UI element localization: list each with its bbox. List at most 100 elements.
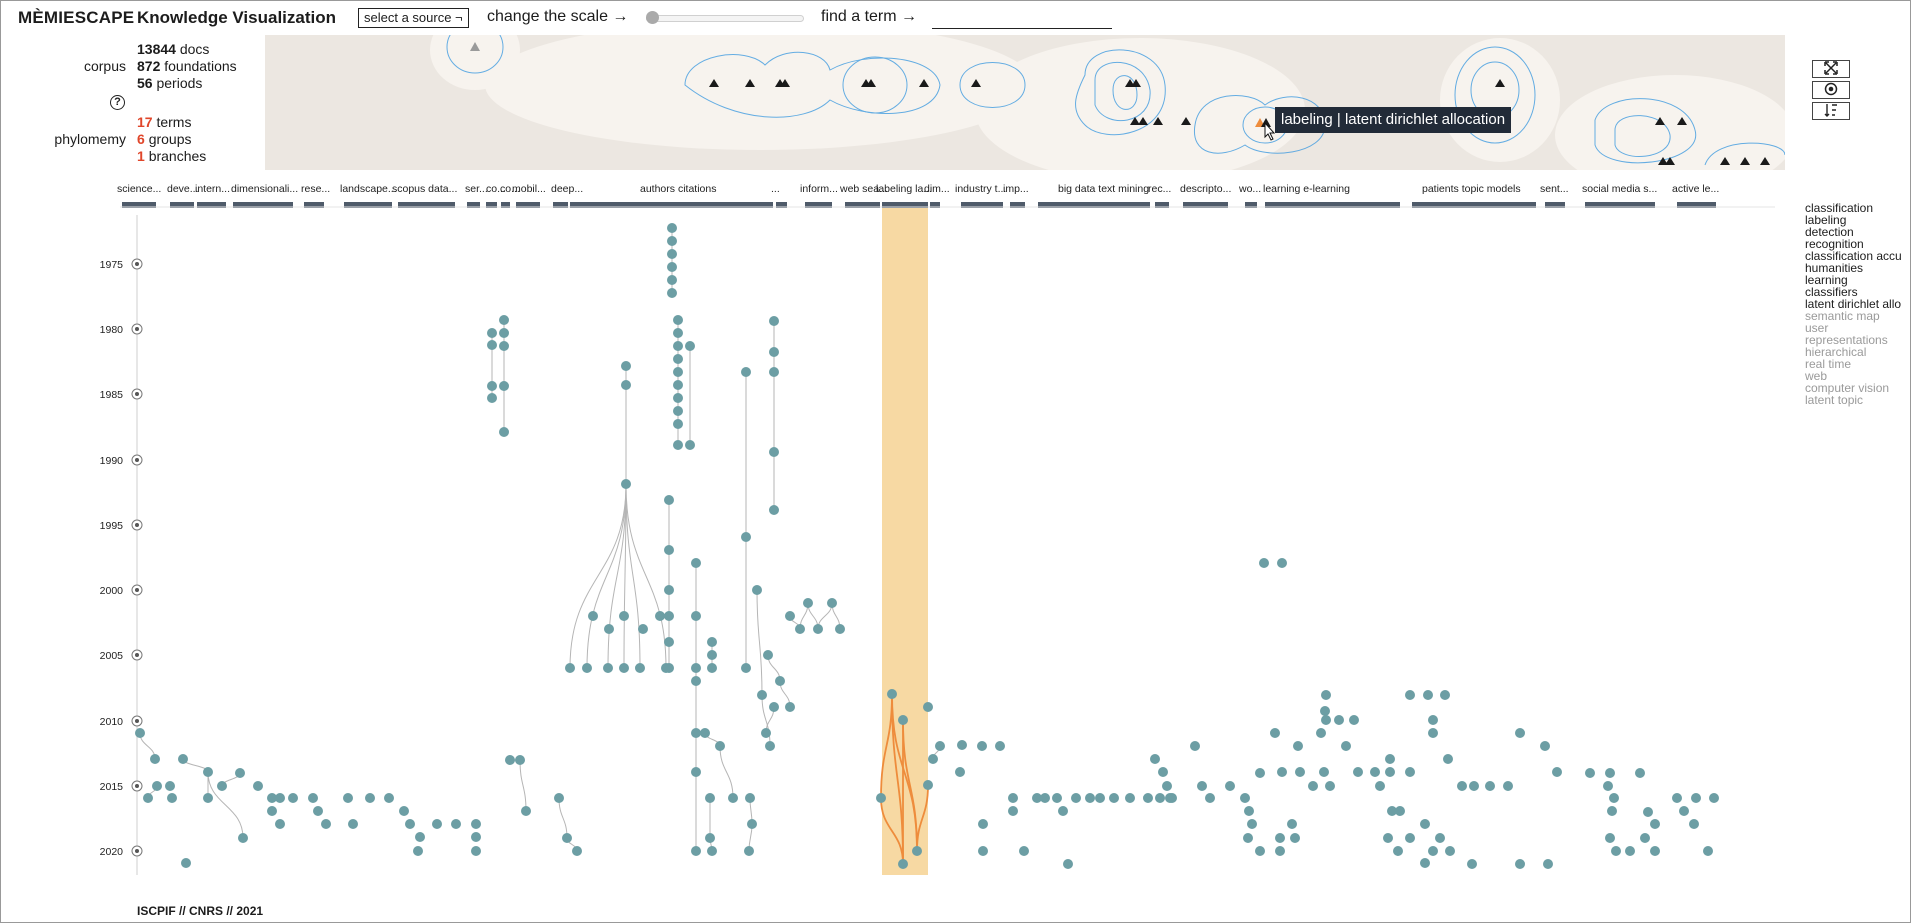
group-node[interactable]	[1316, 728, 1326, 738]
group-node[interactable]	[1552, 767, 1562, 777]
group-node[interactable]	[741, 532, 751, 542]
group-node[interactable]	[1457, 781, 1467, 791]
group-node[interactable]	[635, 663, 645, 673]
group-node[interactable]	[707, 846, 717, 856]
branch-label[interactable]: imp...	[1003, 183, 1029, 195]
group-node[interactable]	[813, 624, 823, 634]
branch-label[interactable]: active le...	[1672, 183, 1719, 195]
group-node[interactable]	[313, 806, 323, 816]
group-node[interactable]	[667, 236, 677, 246]
group-node[interactable]	[1190, 741, 1200, 751]
group-node[interactable]	[1689, 819, 1699, 829]
group-node[interactable]	[384, 793, 394, 803]
group-node[interactable]	[744, 846, 754, 856]
group-node[interactable]	[707, 650, 717, 660]
group-node[interactable]	[664, 663, 674, 673]
group-node[interactable]	[1167, 793, 1177, 803]
group-node[interactable]	[1445, 846, 1455, 856]
group-node[interactable]	[664, 495, 674, 505]
group-node[interactable]	[928, 754, 938, 764]
group-node[interactable]	[978, 846, 988, 856]
group-node[interactable]	[673, 440, 683, 450]
group-node[interactable]	[1277, 558, 1287, 568]
group-node[interactable]	[1393, 846, 1403, 856]
group-node[interactable]	[977, 741, 987, 751]
group-node[interactable]	[1205, 793, 1215, 803]
group-node[interactable]	[487, 328, 497, 338]
group-node[interactable]	[365, 793, 375, 803]
group-node[interactable]	[235, 768, 245, 778]
group-node[interactable]	[795, 624, 805, 634]
group-node[interactable]	[343, 793, 353, 803]
group-node[interactable]	[715, 741, 725, 751]
group-node[interactable]	[1008, 806, 1018, 816]
group-node[interactable]	[1435, 833, 1445, 843]
group-node[interactable]	[1052, 793, 1062, 803]
group-node[interactable]	[673, 328, 683, 338]
group-node[interactable]	[691, 676, 701, 686]
group-node[interactable]	[1443, 754, 1453, 764]
group-node[interactable]	[691, 611, 701, 621]
group-node[interactable]	[705, 793, 715, 803]
group-node[interactable]	[898, 715, 908, 725]
group-node[interactable]	[745, 793, 755, 803]
group-node[interactable]	[769, 367, 779, 377]
group-node[interactable]	[588, 611, 598, 621]
group-node[interactable]	[1155, 793, 1165, 803]
group-node[interactable]	[747, 819, 757, 829]
group-node[interactable]	[705, 833, 715, 843]
group-node[interactable]	[876, 793, 886, 803]
group-node[interactable]	[1603, 781, 1613, 791]
group-node[interactable]	[1008, 793, 1018, 803]
group-node[interactable]	[1244, 806, 1254, 816]
group-node[interactable]	[1162, 781, 1172, 791]
group-node[interactable]	[505, 755, 515, 765]
group-node[interactable]	[165, 781, 175, 791]
branch-label[interactable]: ser...	[465, 183, 488, 195]
graph-svg[interactable]: science... deve...intern... dimensionali..…	[0, 175, 1790, 877]
group-node[interactable]	[741, 367, 751, 377]
group-node[interactable]	[619, 611, 629, 621]
group-node[interactable]	[515, 755, 525, 765]
group-node[interactable]	[707, 663, 717, 673]
landscape-map[interactable]	[265, 35, 1785, 170]
group-node[interactable]	[1353, 767, 1363, 777]
group-node[interactable]	[1383, 833, 1393, 843]
help-icon[interactable]: ?	[110, 95, 125, 110]
group-node[interactable]	[935, 741, 945, 751]
group-node[interactable]	[1295, 767, 1305, 777]
group-node[interactable]	[769, 702, 779, 712]
group-node[interactable]	[1423, 690, 1433, 700]
group-node[interactable]	[1277, 767, 1287, 777]
group-node[interactable]	[1225, 781, 1235, 791]
group-node[interactable]	[1247, 819, 1257, 829]
group-node[interactable]	[638, 624, 648, 634]
group-node[interactable]	[253, 781, 263, 791]
group-node[interactable]	[785, 611, 795, 621]
group-node[interactable]	[898, 859, 908, 869]
group-node[interactable]	[664, 545, 674, 555]
group-node[interactable]	[1085, 793, 1095, 803]
group-node[interactable]	[685, 440, 695, 450]
group-node[interactable]	[572, 846, 582, 856]
group-node[interactable]	[923, 780, 933, 790]
group-node[interactable]	[667, 249, 677, 259]
group-node[interactable]	[1679, 806, 1689, 816]
group-node[interactable]	[167, 793, 177, 803]
group-node[interactable]	[619, 663, 629, 673]
group-node[interactable]	[1691, 793, 1701, 803]
group-node[interactable]	[521, 806, 531, 816]
group-node[interactable]	[178, 754, 188, 764]
group-node[interactable]	[604, 624, 614, 634]
group-node[interactable]	[1095, 793, 1105, 803]
group-node[interactable]	[181, 858, 191, 868]
group-node[interactable]	[1640, 833, 1650, 843]
group-node[interactable]	[399, 806, 409, 816]
group-node[interactable]	[565, 663, 575, 673]
group-node[interactable]	[1063, 859, 1073, 869]
group-node[interactable]	[1321, 690, 1331, 700]
group-node[interactable]	[995, 741, 1005, 751]
group-node[interactable]	[1440, 690, 1450, 700]
group-node[interactable]	[673, 341, 683, 351]
group-node[interactable]	[1243, 833, 1253, 843]
